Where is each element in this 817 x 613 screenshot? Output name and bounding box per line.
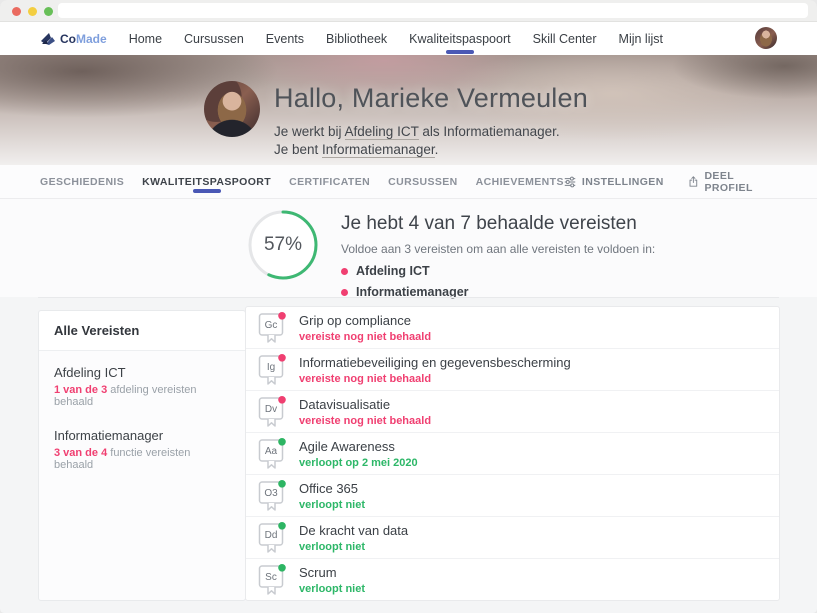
certificate-badge-icon: Gc	[258, 312, 286, 344]
close-window-button[interactable]	[12, 7, 21, 16]
status-dot-icon	[278, 564, 286, 572]
filter-informatiemanager[interactable]: Informatiemanager 3 van de 4 functie ver…	[39, 414, 245, 477]
tab-geschiedenis[interactable]: GESCHIEDENIS	[40, 165, 124, 199]
nav-item-bibliotheek[interactable]: Bibliotheek	[326, 23, 387, 55]
count-badge: 1 van de 3	[54, 384, 107, 396]
nav-item-events[interactable]: Events	[266, 23, 304, 55]
requirement-row[interactable]: Aa Agile Awareness verloopt op 2 mei 202…	[246, 432, 779, 474]
profile-photo	[204, 81, 260, 137]
profile-hero: Hallo, Marieke Vermeulen Je werkt bij Af…	[0, 55, 817, 165]
requirement-row[interactable]: Dd De kracht van data verloopt niet	[246, 516, 779, 558]
profile-tabs-bar: GESCHIEDENIS KWALITEITSPASPOORT CERTIFIC…	[0, 165, 817, 199]
share-icon	[688, 175, 699, 188]
zoom-window-button[interactable]	[44, 7, 53, 16]
missing-requirements-list: Afdeling ICT Informatiemanager	[341, 264, 655, 299]
tab-achievements[interactable]: ACHIEVEMENTS	[476, 165, 564, 199]
nav-item-home[interactable]: Home	[129, 23, 162, 55]
section-divider	[38, 297, 779, 298]
status-text: verloopt niet	[299, 541, 408, 553]
svg-text:Ig: Ig	[267, 362, 275, 373]
svg-text:Dv: Dv	[265, 404, 277, 415]
progress-ring: 57%	[247, 209, 319, 281]
svg-text:Dd: Dd	[265, 530, 278, 541]
comade-logo-icon	[40, 32, 56, 46]
status-dot-icon	[278, 438, 286, 446]
status-dot-icon	[278, 480, 286, 488]
greeting-title: Hallo, Marieke Vermeulen	[274, 83, 588, 114]
passport-content: 57% Je hebt 4 van 7 behaalde vereisten V…	[0, 199, 817, 613]
status-dot-icon	[278, 354, 286, 362]
nav-item-kwaliteitspaspoort[interactable]: Kwaliteitspaspoort	[409, 23, 510, 55]
url-bar[interactable]	[58, 3, 808, 18]
progress-percent: 57%	[247, 209, 319, 281]
certificate-badge-icon: Ig	[258, 354, 286, 386]
certificate-badge-icon: Dd	[258, 522, 286, 554]
bullet-dot-icon	[341, 289, 348, 296]
status-text: verloopt op 2 mei 2020	[299, 457, 418, 469]
requirements-filter-panel: Alle Vereisten Afdeling ICT 1 van de 3 a…	[38, 310, 246, 601]
list-item: Afdeling ICT	[341, 264, 655, 278]
requirement-row[interactable]: Gc Grip op compliance vereiste nog niet …	[246, 307, 779, 348]
status-text: vereiste nog niet behaald	[299, 331, 431, 343]
requirement-row[interactable]: O3 Office 365 verloopt niet	[246, 474, 779, 516]
svg-text:Sc: Sc	[265, 572, 277, 583]
tab-kwaliteitspaspoort[interactable]: KWALITEITSPASPOORT	[142, 165, 271, 199]
filter-afdeling-ict[interactable]: Afdeling ICT 1 van de 3 afdeling vereist…	[39, 351, 245, 414]
progress-summary: 57% Je hebt 4 van 7 behaalde vereisten V…	[247, 209, 655, 306]
tab-cursussen[interactable]: CURSUSSEN	[388, 165, 458, 199]
svg-text:Gc: Gc	[265, 320, 278, 331]
requirement-row[interactable]: Ig Informatiebeveiliging en gegevensbesc…	[246, 348, 779, 390]
status-text: verloopt niet	[299, 583, 365, 595]
comade-logo-text: CoMade	[60, 32, 107, 46]
status-text: vereiste nog niet behaald	[299, 373, 571, 385]
nav-item-mijn-lijst[interactable]: Mijn lijst	[619, 23, 663, 55]
status-dot-icon	[278, 396, 286, 404]
progress-heading: Je hebt 4 van 7 behaalde vereisten	[341, 213, 655, 235]
requirement-row[interactable]: Dv Datavisualisatie vereiste nog niet be…	[246, 390, 779, 432]
certificate-badge-icon: Aa	[258, 438, 286, 470]
share-profile-button[interactable]: DEEL PROFIEL	[688, 170, 777, 194]
browser-window: CoMade Home Cursussen Events Bibliotheek…	[0, 0, 817, 613]
filter-all-requirements[interactable]: Alle Vereisten	[39, 311, 245, 351]
status-dot-icon	[278, 312, 286, 320]
greeting-subtext: Je werkt bij Afdeling ICT als Informatie…	[274, 123, 574, 159]
status-text: verloopt niet	[299, 499, 365, 511]
settings-button[interactable]: INSTELLINGEN	[564, 176, 664, 188]
sliders-icon	[564, 176, 576, 188]
progress-subtext: Voldoe aan 3 vereisten om aan alle verei…	[341, 242, 655, 256]
user-avatar[interactable]	[755, 27, 777, 49]
role-link[interactable]: Informatiemanager	[322, 142, 435, 158]
certificate-badge-icon: O3	[258, 480, 286, 512]
comade-logo[interactable]: CoMade	[40, 32, 107, 46]
tab-certificaten[interactable]: CERTIFICATEN	[289, 165, 370, 199]
nav-item-cursussen[interactable]: Cursussen	[184, 23, 244, 55]
requirements-list: Gc Grip op compliance vereiste nog niet …	[245, 306, 780, 601]
status-text: vereiste nog niet behaald	[299, 415, 431, 427]
certificate-badge-icon: Sc	[258, 564, 286, 596]
department-link[interactable]: Afdeling ICT	[345, 124, 419, 140]
top-nav: CoMade Home Cursussen Events Bibliotheek…	[0, 22, 817, 55]
requirement-row[interactable]: Sc Scrum verloopt niet	[246, 558, 779, 600]
minimize-window-button[interactable]	[28, 7, 37, 16]
count-badge: 3 van de 4	[54, 447, 107, 459]
certificate-badge-icon: Dv	[258, 396, 286, 428]
nav-item-skill-center[interactable]: Skill Center	[533, 23, 597, 55]
svg-text:Aa: Aa	[265, 446, 278, 457]
status-dot-icon	[278, 522, 286, 530]
bullet-dot-icon	[341, 268, 348, 275]
browser-chrome	[0, 0, 817, 22]
nav-items: Home Cursussen Events Bibliotheek Kwalit…	[129, 23, 663, 55]
svg-text:O3: O3	[264, 488, 278, 499]
